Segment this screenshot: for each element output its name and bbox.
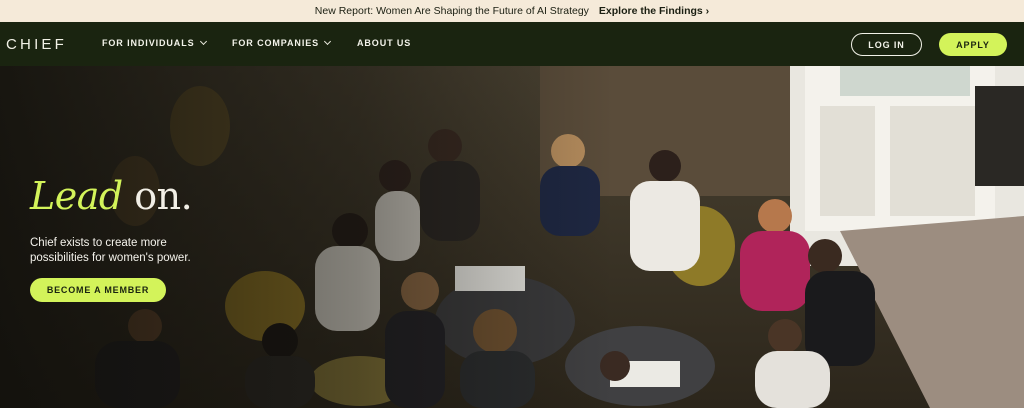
nav-for-companies[interactable]: FOR COMPANIES bbox=[232, 37, 332, 48]
announcement-text: New Report: Women Are Shaping the Future… bbox=[314, 5, 589, 17]
nav-for-individuals-label: FOR INDIVIDUALS bbox=[102, 38, 195, 48]
headline-rest: on. bbox=[122, 174, 193, 218]
chief-logo[interactable]: CHIEF bbox=[6, 36, 67, 53]
headline-emphasis: Lead bbox=[30, 174, 123, 218]
chevron-down-icon bbox=[199, 37, 207, 46]
login-button[interactable]: LOG IN bbox=[851, 33, 922, 56]
nav-for-companies-label: FOR COMPANIES bbox=[232, 38, 320, 48]
hero-subcopy: Chief exists to create more possibilitie… bbox=[30, 237, 191, 264]
chevron-down-icon bbox=[324, 37, 332, 46]
hero-section: Lead on. Chief exists to create more pos… bbox=[0, 66, 1024, 408]
nav-about-us-label: ABOUT US bbox=[357, 38, 412, 48]
explore-findings-link[interactable]: Explore the Findings › bbox=[599, 5, 709, 17]
apply-button[interactable]: APPLY bbox=[939, 33, 1007, 56]
hero-headline: Lead on. bbox=[30, 174, 193, 218]
nav-about-us[interactable]: ABOUT US bbox=[357, 38, 411, 48]
nav-for-individuals[interactable]: FOR INDIVIDUALS bbox=[102, 37, 207, 48]
main-nav: CHIEF FOR INDIVIDUALS FOR COMPANIES ABOU… bbox=[0, 22, 1024, 66]
become-member-button[interactable]: BECOME A MEMBER bbox=[30, 278, 166, 302]
announcement-bar: New Report: Women Are Shaping the Future… bbox=[0, 0, 1024, 22]
